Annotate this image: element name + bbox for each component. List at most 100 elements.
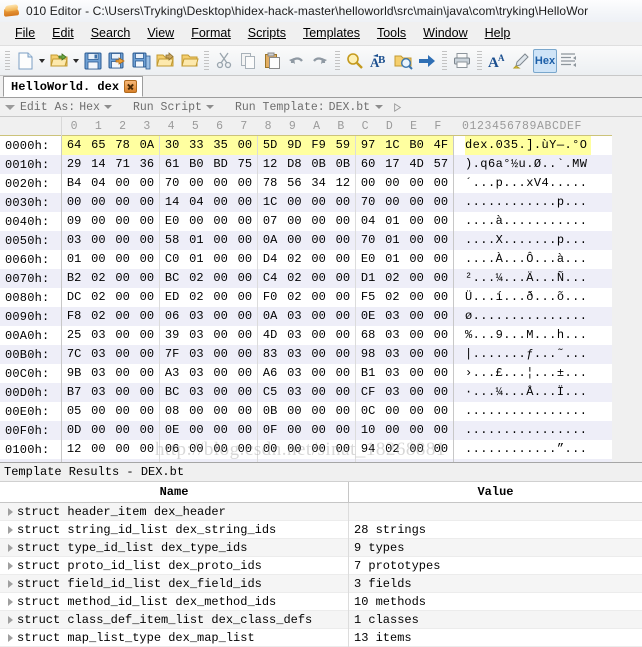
hex-byte-cell[interactable]: 98: [356, 345, 380, 364]
chevron-right-icon[interactable]: [3, 580, 17, 588]
hex-byte-cell[interactable]: 03: [184, 307, 208, 326]
hex-byte-cell[interactable]: 83: [258, 345, 282, 364]
hex-byte-cell[interactable]: 00: [209, 193, 233, 212]
hex-byte-cell[interactable]: 0B: [331, 155, 355, 174]
hex-byte-cell[interactable]: F5: [356, 288, 380, 307]
menu-scripts[interactable]: Scripts: [240, 24, 295, 43]
open-file-dropdown-chevron-down-icon[interactable]: [71, 49, 81, 73]
hex-byte-cell[interactable]: 25: [62, 326, 86, 345]
hex-byte-cell[interactable]: 17: [380, 155, 404, 174]
hex-byte-cell[interactable]: F8: [62, 307, 86, 326]
hex-byte-cell[interactable]: B0: [184, 155, 208, 174]
replace-icon[interactable]: AB: [367, 49, 391, 73]
run-template-chevron-down-icon[interactable]: [372, 105, 385, 109]
hex-byte-cell[interactable]: 00: [307, 383, 331, 402]
open-folder-icon[interactable]: [153, 49, 177, 73]
hex-byte-cell[interactable]: 00: [111, 250, 135, 269]
hex-byte-cell[interactable]: E0: [160, 212, 184, 231]
hex-byte-cell[interactable]: 00: [331, 364, 355, 383]
hex-byte-cell[interactable]: 70: [356, 231, 380, 250]
hex-byte-cell[interactable]: 00: [209, 250, 233, 269]
menu-view[interactable]: View: [139, 24, 183, 43]
hex-byte-cell[interactable]: 00: [282, 421, 306, 440]
hex-byte-cell[interactable]: 0A: [134, 136, 159, 155]
hex-byte-cell[interactable]: 12: [62, 440, 86, 459]
hex-byte-cell[interactable]: 0D: [62, 421, 86, 440]
hex-byte-cell[interactable]: 00: [331, 269, 355, 288]
run-script-chevron-down-icon[interactable]: [204, 105, 217, 109]
hex-row-ascii[interactable]: ....à...........: [465, 212, 591, 231]
template-result-row[interactable]: struct field_id_list dex_field_ids 3 fiel…: [0, 574, 642, 593]
hex-byte-cell[interactable]: 00: [405, 345, 429, 364]
hex-byte-cell[interactable]: 03: [184, 364, 208, 383]
edit-as-chevron-down-icon[interactable]: [102, 105, 115, 109]
hex-byte-cell[interactable]: A6: [258, 364, 282, 383]
hex-byte-cell[interactable]: 00: [405, 421, 429, 440]
hex-byte-cell[interactable]: 00: [429, 440, 453, 459]
menu-search[interactable]: Search: [83, 24, 140, 43]
hex-byte-cell[interactable]: 02: [380, 440, 404, 459]
hex-byte-cell[interactable]: 00: [331, 383, 355, 402]
chevron-right-icon[interactable]: [3, 616, 17, 624]
hex-byte-cell[interactable]: 00: [429, 269, 453, 288]
hex-byte-cell[interactable]: 4D: [258, 326, 282, 345]
hex-byte-cell[interactable]: 00: [86, 402, 110, 421]
hex-byte-cell[interactable]: 03: [380, 383, 404, 402]
hex-byte-cell[interactable]: D8: [282, 155, 306, 174]
hex-byte-cell[interactable]: 00: [233, 307, 257, 326]
hex-byte-cell[interactable]: 00: [331, 440, 355, 459]
hex-byte-cell[interactable]: 00: [233, 174, 257, 193]
hex-byte-cell[interactable]: 00: [233, 250, 257, 269]
hex-row-ascii[interactable]: ................: [465, 421, 591, 440]
hex-row-ascii[interactable]: ....X.......p...: [465, 231, 591, 250]
hex-byte-cell[interactable]: 00: [86, 250, 110, 269]
hex-byte-cell[interactable]: 60: [356, 155, 380, 174]
hex-toggle-button[interactable]: Hex: [533, 48, 557, 73]
hex-byte-cell[interactable]: 0A: [258, 231, 282, 250]
hex-byte-cell[interactable]: 58: [160, 231, 184, 250]
hex-byte-cell[interactable]: 00: [331, 326, 355, 345]
hex-byte-cell[interactable]: 9D: [282, 136, 307, 155]
hex-byte-cell[interactable]: 04: [160, 459, 184, 462]
hex-byte-cell[interactable]: 00: [184, 212, 208, 231]
hex-byte-cell[interactable]: 00: [135, 459, 159, 462]
hex-byte-cell[interactable]: 00: [111, 326, 135, 345]
save-as-icon[interactable]: [105, 49, 129, 73]
hex-byte-cell[interactable]: 00: [232, 136, 257, 155]
print-icon[interactable]: [450, 49, 474, 73]
hex-byte-cell[interactable]: 01: [62, 250, 86, 269]
template-result-row[interactable]: struct string_id_list dex_string_ids 28 s…: [0, 520, 642, 539]
hex-byte-cell[interactable]: 00: [405, 402, 429, 421]
hex-byte-cell[interactable]: 00: [209, 288, 233, 307]
hex-byte-cell[interactable]: 00: [356, 174, 380, 193]
hex-byte-cell[interactable]: 00: [331, 193, 355, 212]
hex-byte-cell[interactable]: 00: [233, 326, 257, 345]
menu-window[interactable]: Window: [415, 24, 476, 43]
hex-byte-cell[interactable]: 00: [282, 440, 306, 459]
hex-byte-cell[interactable]: 00: [209, 345, 233, 364]
hex-row-ascii[interactable]: ................: [465, 459, 591, 462]
hex-byte-cell[interactable]: 03: [380, 364, 404, 383]
hex-byte-cell[interactable]: C4: [258, 269, 282, 288]
hex-byte-cell[interactable]: 00: [111, 193, 135, 212]
hex-byte-cell[interactable]: 00: [111, 345, 135, 364]
hex-byte-cell[interactable]: 00: [135, 383, 159, 402]
hex-byte-cell[interactable]: 00: [135, 231, 159, 250]
hex-byte-cell[interactable]: 00: [405, 193, 429, 212]
hex-byte-cell[interactable]: 29: [62, 155, 86, 174]
hex-byte-cell[interactable]: 00: [258, 459, 282, 462]
hex-byte-cell[interactable]: 05: [62, 402, 86, 421]
save-all-icon[interactable]: [129, 49, 153, 73]
goto-icon[interactable]: [415, 49, 439, 73]
hex-byte-cell[interactable]: 00: [233, 193, 257, 212]
hex-byte-cell[interactable]: 00: [429, 288, 453, 307]
copy-icon[interactable]: [236, 49, 260, 73]
hex-byte-cell[interactable]: 00: [111, 231, 135, 250]
hex-byte-cell[interactable]: B7: [62, 383, 86, 402]
hex-byte-cell[interactable]: 00: [307, 440, 331, 459]
hex-byte-cell[interactable]: 00: [86, 440, 110, 459]
hex-byte-cell[interactable]: 0C: [356, 402, 380, 421]
hex-byte-cell[interactable]: 07: [62, 459, 86, 462]
hex-byte-cell[interactable]: 00: [405, 174, 429, 193]
hex-byte-cell[interactable]: 61: [160, 155, 184, 174]
